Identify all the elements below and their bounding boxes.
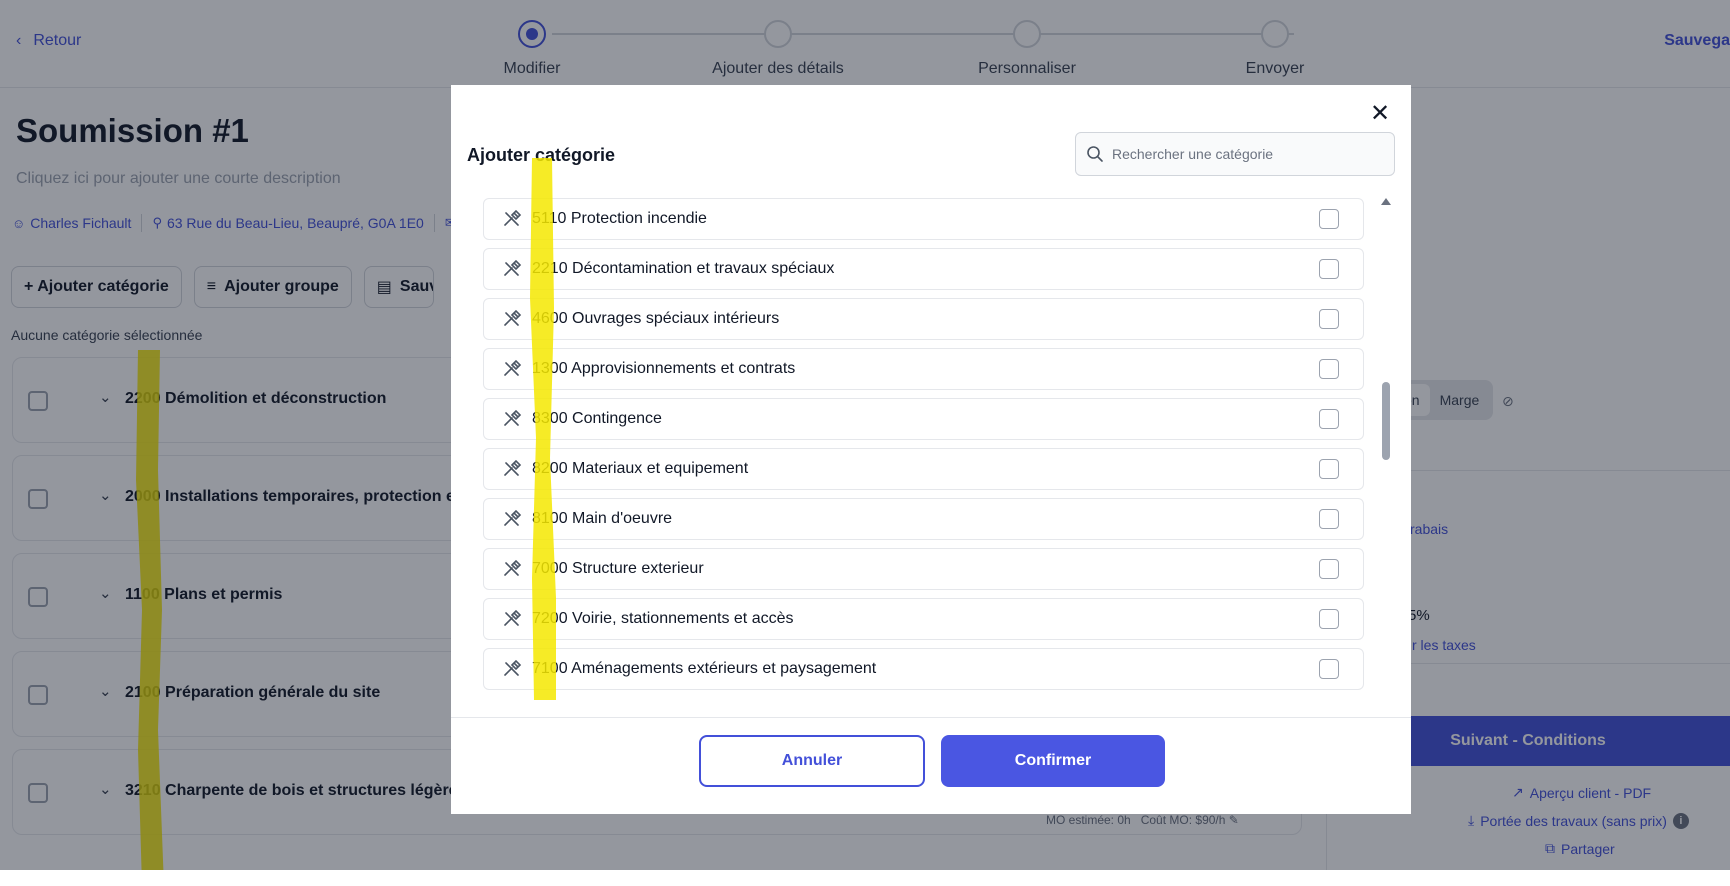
search-icon bbox=[1087, 146, 1103, 162]
modal-footer: Annuler Confirmer bbox=[451, 717, 1411, 814]
list-item-checkbox[interactable] bbox=[1319, 609, 1339, 629]
list-item-checkbox[interactable] bbox=[1319, 559, 1339, 579]
tools-icon bbox=[504, 359, 522, 376]
list-item-label: 2210 Décontamination et travaux spéciaux bbox=[532, 260, 835, 277]
confirm-button[interactable]: Confirmer bbox=[941, 735, 1165, 787]
add-category-modal: ✕ Ajouter catégorie 5110 Protection ince… bbox=[451, 85, 1411, 814]
list-item[interactable]: 5110 Protection incendie bbox=[483, 198, 1364, 240]
list-item[interactable]: 8200 Materiaux et equipement bbox=[483, 448, 1364, 490]
search-box[interactable] bbox=[1075, 132, 1395, 176]
list-item[interactable]: 4600 Ouvrages spéciaux intérieurs bbox=[483, 298, 1364, 340]
highlighter-stroke-modal bbox=[530, 158, 556, 700]
list-item-checkbox[interactable] bbox=[1319, 209, 1339, 229]
list-item-checkbox[interactable] bbox=[1319, 259, 1339, 279]
list-item-checkbox[interactable] bbox=[1319, 359, 1339, 379]
category-list: 5110 Protection incendie 2210 Décontamin… bbox=[483, 198, 1365, 761]
scroll-thumb[interactable] bbox=[1382, 382, 1390, 460]
list-item[interactable]: 7100 Aménagements extérieurs et paysagem… bbox=[483, 648, 1364, 690]
list-item-label: 8200 Materiaux et equipement bbox=[532, 460, 749, 477]
list-item[interactable]: 2210 Décontamination et travaux spéciaux bbox=[483, 248, 1364, 290]
list-item-label: 1300 Approvisionnements et contrats bbox=[532, 360, 796, 377]
tools-icon bbox=[504, 209, 522, 226]
list-scrollbar[interactable] bbox=[1379, 198, 1393, 761]
tools-icon bbox=[504, 309, 522, 326]
tools-icon bbox=[504, 609, 522, 626]
tools-icon bbox=[504, 559, 522, 576]
list-item-checkbox[interactable] bbox=[1319, 659, 1339, 679]
scroll-up-icon[interactable] bbox=[1381, 198, 1391, 205]
list-item-label: 4600 Ouvrages spéciaux intérieurs bbox=[532, 310, 780, 327]
list-item-checkbox[interactable] bbox=[1319, 509, 1339, 529]
page-bottom-strip bbox=[0, 870, 1730, 886]
tools-icon bbox=[504, 259, 522, 276]
cancel-button[interactable]: Annuler bbox=[699, 735, 925, 787]
list-item-checkbox[interactable] bbox=[1319, 409, 1339, 429]
list-item[interactable]: 7000 Structure exterieur bbox=[483, 548, 1364, 590]
list-item-label: 7100 Aménagements extérieurs et paysagem… bbox=[532, 660, 877, 677]
list-item[interactable]: 7200 Voirie, stationnements et accès bbox=[483, 598, 1364, 640]
tools-icon bbox=[504, 459, 522, 476]
list-item[interactable]: 1300 Approvisionnements et contrats bbox=[483, 348, 1364, 390]
list-item[interactable]: 8300 Contingence bbox=[483, 398, 1364, 440]
list-item-checkbox[interactable] bbox=[1319, 309, 1339, 329]
list-item-checkbox[interactable] bbox=[1319, 459, 1339, 479]
list-item[interactable]: 8100 Main d'oeuvre bbox=[483, 498, 1364, 540]
tools-icon bbox=[504, 509, 522, 526]
close-icon[interactable]: ✕ bbox=[1367, 101, 1393, 127]
tools-icon bbox=[504, 659, 522, 676]
list-item-label: 7200 Voirie, stationnements et accès bbox=[532, 610, 794, 627]
category-search-input[interactable] bbox=[1112, 146, 1382, 162]
tools-icon bbox=[504, 409, 522, 426]
